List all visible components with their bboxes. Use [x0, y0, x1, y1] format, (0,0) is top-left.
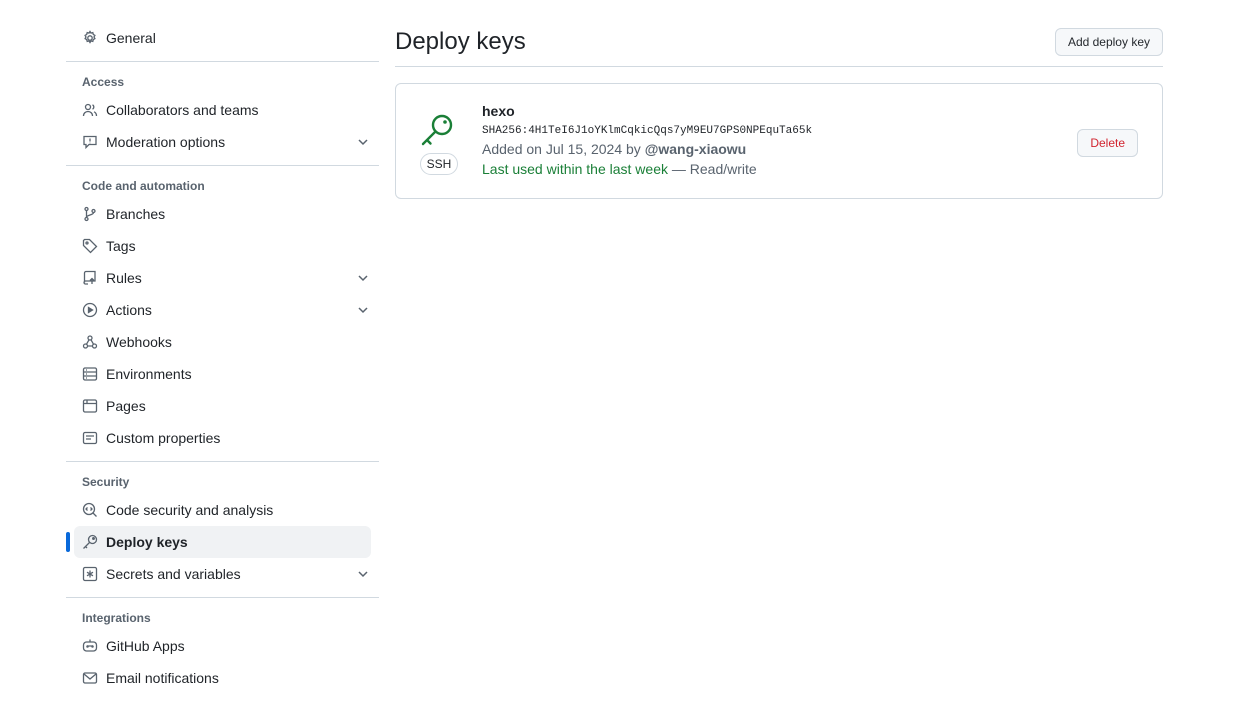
sidebar-item-code-security[interactable]: Code security and analysis	[66, 494, 355, 526]
sidebar-item-label: Pages	[106, 398, 146, 414]
key-added-by-user[interactable]: @wang-xiaowu	[645, 141, 747, 157]
sidebar-divider	[66, 597, 379, 598]
hubot-icon	[82, 638, 98, 654]
sidebar-item-collaborators[interactable]: Collaborators and teams	[66, 94, 355, 126]
key-usage-info: Last used within the last week — Read/wr…	[482, 161, 812, 177]
page-title: Deploy keys	[395, 28, 526, 55]
key-added-text: Added on Jul 15, 2024 by	[482, 141, 641, 157]
deploy-key-item: SSH hexo SHA256:4H1TeI6J1oYKlmCqkicQqs7y…	[395, 83, 1163, 199]
gear-icon	[82, 30, 98, 46]
key-icon	[420, 112, 456, 148]
sidebar-item-moderation[interactable]: Moderation options	[66, 126, 368, 158]
key-last-used: Last used within the last week	[482, 161, 668, 177]
note-icon	[82, 430, 98, 446]
section-heading-integrations: Integrations	[82, 611, 151, 625]
sidebar-item-label: Environments	[106, 366, 192, 382]
key-asterisk-icon	[82, 566, 98, 582]
repo-push-icon	[82, 270, 98, 286]
sidebar-item-github-apps[interactable]: GitHub Apps	[66, 630, 355, 662]
settings-sidebar: General Access Collaborators and teams M…	[66, 22, 379, 694]
sidebar-item-label: Email notifications	[106, 670, 219, 686]
chevron-down-icon[interactable]	[355, 270, 371, 286]
sidebar-item-label: Deploy keys	[106, 534, 188, 550]
chevron-down-icon[interactable]	[355, 302, 371, 318]
sidebar-divider	[66, 165, 379, 166]
codescan-icon	[82, 502, 98, 518]
browser-icon	[82, 398, 98, 414]
sidebar-item-label: GitHub Apps	[106, 638, 185, 654]
key-info: hexo SHA256:4H1TeI6J1oYKlmCqkicQqs7yM9EU…	[482, 103, 812, 177]
server-icon	[82, 366, 98, 382]
key-title: hexo	[482, 103, 515, 119]
sidebar-item-label: Branches	[106, 206, 166, 222]
key-type-badge: SSH	[420, 153, 458, 175]
sidebar-item-general[interactable]: General	[66, 22, 355, 54]
report-icon	[82, 134, 98, 150]
section-heading-access: Access	[82, 75, 125, 89]
webhook-icon	[82, 334, 98, 350]
sidebar-item-label: Moderation options	[106, 134, 226, 150]
key-access-level: Read/write	[689, 161, 757, 177]
key-fingerprint: SHA256:4H1TeI6J1oYKlmCqkicQqs7yM9EU7GPS0…	[482, 125, 813, 137]
people-icon	[82, 102, 98, 118]
sidebar-item-branches[interactable]: Branches	[66, 198, 355, 230]
sidebar-item-tags[interactable]: Tags	[66, 230, 355, 262]
section-heading-security: Security	[82, 475, 130, 489]
sidebar-item-label: Code security and analysis	[106, 502, 274, 518]
main-content: Deploy keys Add deploy key SSH hexo SHA2…	[395, 22, 1163, 199]
sidebar-divider	[66, 61, 379, 62]
sidebar-item-label: Actions	[106, 302, 152, 318]
git-branch-icon	[82, 206, 98, 222]
sidebar-item-custom-properties[interactable]: Custom properties	[66, 422, 355, 454]
sidebar-item-email-notifications[interactable]: Email notifications	[66, 662, 355, 694]
tag-icon	[82, 238, 98, 254]
key-icon	[82, 534, 98, 550]
sidebar-item-deploy-keys[interactable]: Deploy keys	[66, 526, 371, 558]
chevron-down-icon[interactable]	[355, 566, 371, 582]
key-usage-separator: —	[671, 161, 686, 177]
sidebar-item-rules[interactable]: Rules	[66, 262, 368, 294]
sidebar-item-label: Custom properties	[106, 430, 221, 446]
sidebar-item-secrets[interactable]: Secrets and variables	[66, 558, 368, 590]
add-deploy-key-button[interactable]: Add deploy key	[1054, 28, 1163, 56]
play-icon	[82, 302, 98, 318]
sidebar-item-webhooks[interactable]: Webhooks	[66, 326, 355, 358]
sidebar-item-label: Rules	[106, 270, 142, 286]
sidebar-item-pages[interactable]: Pages	[66, 390, 355, 422]
chevron-down-icon[interactable]	[355, 134, 371, 150]
sidebar-divider	[66, 461, 379, 462]
sidebar-item-label: Webhooks	[106, 334, 172, 350]
section-heading-code-automation: Code and automation	[82, 179, 205, 193]
mail-icon	[82, 670, 98, 686]
key-added-info: Added on Jul 15, 2024 by @wang-xiaowu	[482, 141, 812, 157]
sidebar-item-label: Collaborators and teams	[106, 102, 259, 118]
sidebar-item-label: Tags	[106, 238, 136, 254]
sidebar-item-label: General	[106, 30, 156, 46]
delete-key-button[interactable]: Delete	[1077, 129, 1138, 157]
sidebar-item-label: Secrets and variables	[106, 566, 241, 582]
sidebar-item-environments[interactable]: Environments	[66, 358, 355, 390]
sidebar-item-actions[interactable]: Actions	[66, 294, 368, 326]
page-header: Deploy keys Add deploy key	[395, 22, 1163, 67]
